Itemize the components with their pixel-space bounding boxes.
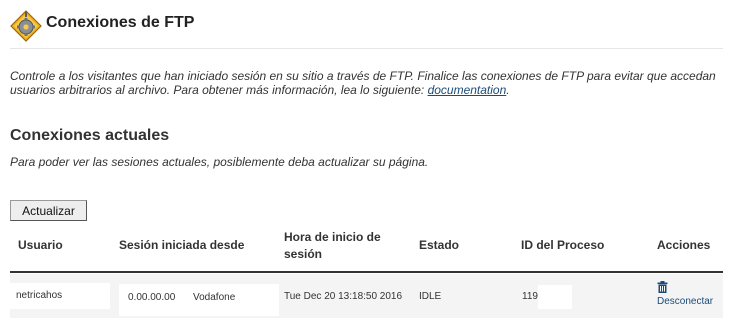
row-user: netricahos — [16, 290, 63, 301]
page-description: Controle a los visitantes que han inicia… — [10, 69, 723, 97]
column-header-login-from[interactable]: Sesión iniciada desde — [119, 237, 244, 254]
row-status: IDLE — [419, 291, 442, 302]
row-provider: Vodafone — [193, 292, 236, 303]
column-header-actions: Acciones — [657, 238, 711, 252]
row-actions — [657, 281, 668, 293]
column-header-login-time[interactable]: Hora de inicio de sesión — [284, 229, 394, 263]
description-end: . — [506, 83, 510, 97]
row-ip: 0.00.00.00 — [128, 292, 176, 303]
column-header-status[interactable]: Estado — [419, 237, 459, 254]
trash-icon[interactable] — [657, 281, 668, 293]
row-process-id: 119 — [522, 291, 538, 302]
section-title-current-connections: Conexiones actuales — [10, 127, 170, 144]
refresh-note: Para poder ver las sesiones actuales, po… — [10, 155, 429, 169]
pid-cell-bg — [538, 285, 572, 309]
ftp-gear-warning-icon — [10, 10, 42, 42]
description-text: Controle a los visitantes que han inicia… — [10, 69, 716, 97]
table-header-divider — [10, 271, 723, 273]
disconnect-link[interactable]: Desconectar — [657, 296, 713, 307]
column-header-user[interactable]: Usuario — [18, 237, 63, 254]
documentation-link[interactable]: documentation — [428, 83, 507, 97]
refresh-button[interactable]: Actualizar — [10, 200, 87, 221]
column-header-process-id[interactable]: ID del Proceso — [521, 237, 604, 254]
page-header: Conexiones de FTP — [10, 8, 723, 49]
row-login-time: Tue Dec 20 13:18:50 2016 — [284, 291, 403, 302]
page-title: Conexiones de FTP — [46, 14, 195, 31]
